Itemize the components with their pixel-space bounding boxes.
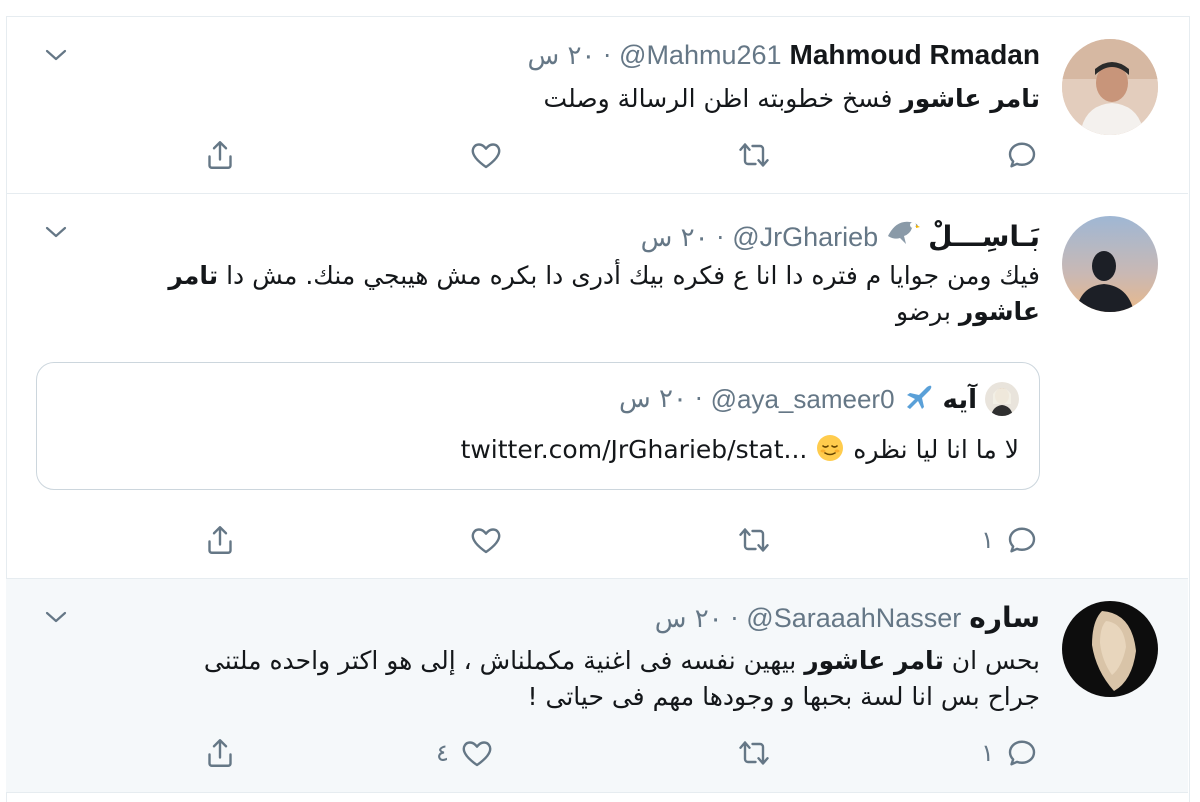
separator: · <box>694 385 703 413</box>
mention-name[interactable]: تامر عاشور <box>900 84 1040 113</box>
retweet-icon <box>739 143 769 167</box>
share-button[interactable] <box>202 520 238 560</box>
tweet-text-rest: بيهين نفسه فى اغنية مكملناش ، إلى هو اكت… <box>203 646 805 675</box>
tweet-text: بحس ان تامر عاشور بيهين نفسه فى اغنية مك… <box>40 643 1040 715</box>
relieved-face-emoji <box>815 433 845 469</box>
mention-name[interactable]: عاشور <box>959 297 1040 326</box>
retweet-button[interactable] <box>736 520 772 560</box>
user-handle[interactable]: @SaraaahNasser <box>746 603 961 634</box>
timestamp[interactable]: ٢٠ س <box>527 41 595 71</box>
tweet-actions: ١ ٤ <box>6 733 1188 773</box>
tweet-text-pre: بحس ان <box>943 646 1040 675</box>
quoted-user-handle[interactable]: @aya_sameer0 <box>711 384 895 415</box>
quoted-tweet-text: لا ما انا ليا نظره twitter.com/JrGharieb… <box>461 433 1019 469</box>
timestamp[interactable]: ٢٠ س <box>655 604 723 634</box>
reply-icon <box>1008 142 1036 168</box>
eagle-emoji <box>886 216 921 250</box>
chevron-down-icon[interactable] <box>42 41 70 69</box>
quoted-tweet-header: آيه @aya_sameer0 · ٢٠ س <box>619 381 1019 417</box>
like-button[interactable] <box>468 520 514 560</box>
reply-icon <box>1008 740 1036 766</box>
tweet-2[interactable]: بَـاسِـــلْ @JrGharieb · ٢٠ س فيك ومن جو… <box>6 194 1188 579</box>
user-handle[interactable]: @Mahmu261 <box>619 40 782 71</box>
user-handle[interactable]: @JrGharieb <box>732 222 878 253</box>
avatar[interactable] <box>1062 39 1158 135</box>
quoted-text: لا ما انا ليا نظره <box>853 435 1019 464</box>
tweet-header: Mahmoud Rmadan @Mahmu261 · ٢٠ س <box>527 39 1040 71</box>
share-icon <box>208 141 232 169</box>
separator: · <box>716 224 725 252</box>
tweet-text-line2: برضو <box>896 297 959 326</box>
reply-count: ١ <box>981 526 994 554</box>
reply-button[interactable] <box>994 135 1040 175</box>
airplane-emoji <box>903 381 935 417</box>
tweet-actions <box>6 135 1188 175</box>
display-name[interactable]: بَـاسِـــلْ <box>928 220 1040 253</box>
tweet-text-line1: فيك ومن جوايا م فتره دا انا ع فكره بيك أ… <box>218 261 1040 290</box>
tweet-header: بَـاسِـــلْ @JrGharieb · ٢٠ س <box>641 216 1040 253</box>
share-button[interactable] <box>202 135 238 175</box>
reply-icon <box>1008 527 1036 553</box>
mention-name[interactable]: تامر <box>168 261 218 290</box>
quoted-link[interactable]: twitter.com/JrGharieb/stat... <box>461 435 808 464</box>
reply-count: ١ <box>981 739 994 767</box>
separator: · <box>603 42 612 70</box>
quoted-avatar <box>985 382 1019 416</box>
reply-button[interactable]: ١ <box>981 520 1040 560</box>
quoted-timestamp: ٢٠ س <box>619 384 687 414</box>
share-icon <box>208 526 232 554</box>
tweet-actions: ١ <box>6 520 1188 560</box>
separator: · <box>730 605 739 633</box>
avatar[interactable] <box>1062 216 1158 312</box>
like-count: ٤ <box>436 739 449 767</box>
quoted-tweet[interactable]: آيه @aya_sameer0 · ٢٠ س لا ما انا ليا نظ… <box>36 362 1040 490</box>
heart-icon <box>471 528 501 554</box>
quoted-display-name[interactable]: آيه <box>943 384 977 415</box>
tweet-header: ساره @SaraaahNasser · ٢٠ س <box>655 601 1040 634</box>
tweet-text-line2: جراح بس انا لسة بحبها و وجودها مهم فى حي… <box>527 682 1040 711</box>
heart-icon <box>471 143 501 169</box>
share-button[interactable] <box>202 733 238 773</box>
timestamp[interactable]: ٢٠ س <box>641 223 709 253</box>
display-name[interactable]: ساره <box>969 601 1040 634</box>
retweet-icon <box>739 741 769 765</box>
top-strip <box>0 0 1200 16</box>
retweet-button[interactable] <box>736 733 772 773</box>
mention-name[interactable]: تامر عاشور <box>804 646 944 675</box>
retweet-icon <box>739 528 769 552</box>
display-name[interactable]: Mahmoud Rmadan <box>790 39 1040 71</box>
like-button[interactable]: ٤ <box>436 733 495 773</box>
like-button[interactable] <box>468 135 514 175</box>
tweet-1[interactable]: Mahmoud Rmadan @Mahmu261 · ٢٠ س تامر عاش… <box>6 17 1188 194</box>
retweet-button[interactable] <box>736 135 772 175</box>
heart-icon <box>462 741 492 767</box>
tweet-text-rest: فسخ خطوبته اظن الرسالة وصلت <box>543 84 901 113</box>
tweet-text: فيك ومن جوايا م فتره دا انا ع فكره بيك أ… <box>40 258 1040 330</box>
tweet-3[interactable]: ساره @SaraaahNasser · ٢٠ س بحس ان تامر ع… <box>6 579 1188 793</box>
avatar[interactable] <box>1062 601 1158 697</box>
share-icon <box>208 739 232 767</box>
chevron-down-icon[interactable] <box>42 603 70 631</box>
chevron-down-icon[interactable] <box>42 218 70 246</box>
tweet-text: تامر عاشور فسخ خطوبته اظن الرسالة وصلت <box>544 81 1040 117</box>
reply-button[interactable]: ١ <box>981 733 1040 773</box>
